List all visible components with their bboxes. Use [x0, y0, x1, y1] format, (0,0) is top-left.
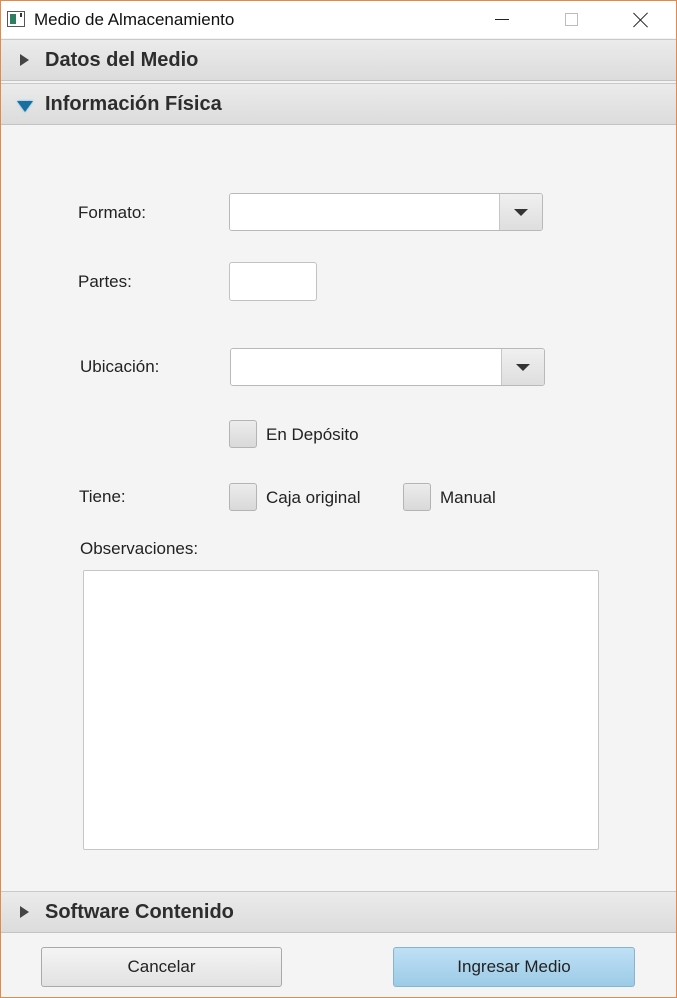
minimize-button[interactable]: [479, 1, 525, 38]
pane-title: Información Física: [45, 93, 222, 115]
ubicacion-value[interactable]: [231, 349, 501, 385]
maximize-icon: [564, 13, 578, 26]
minimize-icon: [495, 19, 509, 20]
ubicacion-dropdown-button[interactable]: [501, 349, 544, 385]
window-title: Medio de Almacenamiento: [34, 10, 235, 29]
caja-original-checkbox[interactable]: [229, 483, 257, 511]
app-icon: [7, 11, 25, 27]
en-deposito-label[interactable]: En Depósito: [266, 425, 359, 445]
ingresar-medio-button[interactable]: Ingresar Medio: [393, 947, 635, 987]
button-bar: Cancelar Ingresar Medio: [1, 933, 676, 997]
title-bar[interactable]: Medio de Almacenamiento: [1, 1, 676, 38]
caja-original-label[interactable]: Caja original: [266, 488, 361, 508]
formato-dropdown-button[interactable]: [499, 194, 542, 230]
observaciones-textarea[interactable]: [83, 570, 599, 850]
partes-label: Partes:: [78, 272, 132, 291]
formato-label: Formato:: [78, 203, 147, 222]
formato-value[interactable]: [230, 194, 499, 230]
ubicacion-label: Ubicación:: [80, 357, 160, 376]
ubicacion-combobox[interactable]: [230, 348, 545, 386]
close-button[interactable]: [618, 1, 664, 38]
partes-input[interactable]: [229, 262, 317, 301]
expand-arrow-icon: [20, 906, 29, 918]
dialog-window: Medio de Almacenamiento Datos del Medio …: [0, 0, 677, 998]
collapse-arrow-icon: [17, 101, 33, 112]
tiene-label: Tiene:: [79, 487, 126, 506]
formato-combobox[interactable]: [229, 193, 543, 231]
maximize-button[interactable]: [548, 1, 594, 38]
cancel-button[interactable]: Cancelar: [41, 947, 282, 987]
pane-header-informacion-fisica[interactable]: Información Física: [1, 83, 676, 125]
manual-label[interactable]: Manual: [440, 488, 496, 508]
observaciones-label: Observaciones:: [80, 539, 199, 558]
pane-header-datos-del-medio[interactable]: Datos del Medio: [1, 39, 676, 81]
pane-title: Software Contenido: [45, 901, 234, 923]
expand-arrow-icon: [20, 54, 29, 66]
close-icon: [633, 12, 649, 28]
pane-header-software-contenido[interactable]: Software Contenido: [1, 891, 676, 933]
manual-checkbox[interactable]: [403, 483, 431, 511]
en-deposito-checkbox[interactable]: [229, 420, 257, 448]
pane-title: Datos del Medio: [45, 49, 199, 71]
